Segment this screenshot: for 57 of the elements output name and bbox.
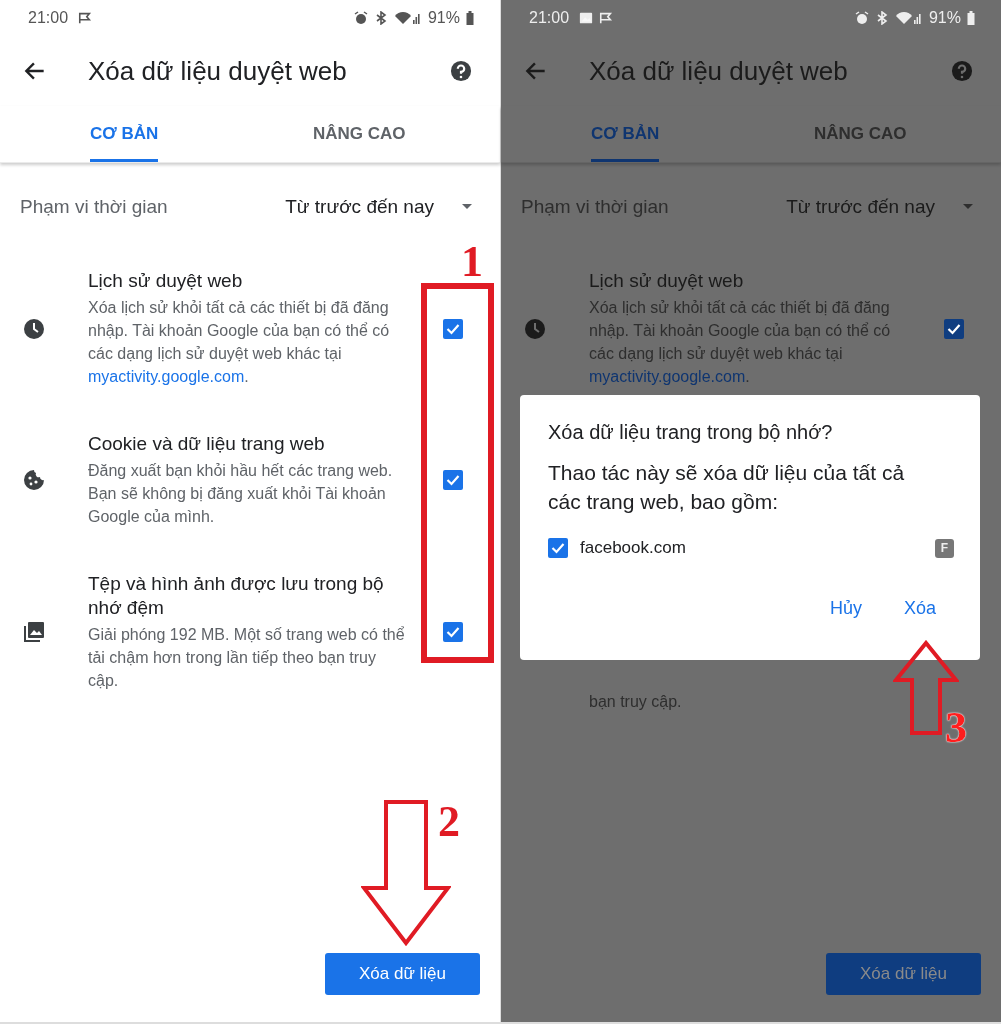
option-title: Tệp và hình ảnh được lưu trong bộ nhớ đệm <box>88 572 385 620</box>
checkbox[interactable] <box>548 538 568 558</box>
dialog-message: Thao tác này sẽ xóa dữ liệu của tất cả các trang web, bao gồm: <box>548 460 906 515</box>
option-description: Đăng xuất bạn khỏi hầu hết các trang web. Bạn sẽ không bị đăng xuất khỏi Tài khoản Google của mình. <box>88 461 394 527</box>
caret-icon <box>963 204 973 210</box>
option-title: Cookie và dữ liệu trang web <box>88 432 326 456</box>
option-description: Xóa lịch sử khỏi tất cả các thiết bị đã đăng nhập. Tài khoản Google của bạn có thể có các dạng lịch sử duyệt web khác tại myactivity.google.com. <box>589 298 892 387</box>
delete-button[interactable]: Xóa <box>895 594 944 623</box>
option-description: bạn truy cập. <box>588 692 683 712</box>
cancel-button[interactable]: Hủy <box>821 594 870 623</box>
step-number: 3 <box>945 706 967 750</box>
clock-icon <box>523 316 547 341</box>
battery-icon <box>967 11 975 25</box>
help-icon[interactable] <box>450 60 472 82</box>
time-range-dropdown[interactable]: Từ trước đến nay <box>285 196 472 218</box>
clock-icon <box>22 316 46 341</box>
checkbox[interactable] <box>944 318 964 339</box>
option-title: Lịch sử duyệt web <box>589 269 745 293</box>
tab[interactable]: NÂNG CAO <box>749 106 1001 162</box>
tab[interactable]: CƠ BẢN <box>90 106 159 162</box>
checkbox[interactable] <box>443 318 463 339</box>
status-time: 21:00 <box>28 9 69 27</box>
time-range-dropdown[interactable]: Từ trước đến nay <box>786 196 973 218</box>
option-description: Xóa lịch sử khỏi tất cả các thiết bị đã đăng nhập. Tài khoản Google của bạn có thể có các dạng lịch sử duyệt web khác tại myactivity.google.com. <box>88 298 391 387</box>
site-favicon: F <box>935 538 954 558</box>
tab[interactable]: NÂNG CAO <box>248 106 500 162</box>
page-title: Xóa dữ liệu duyệt web <box>589 55 849 87</box>
battery-icon <box>466 11 474 25</box>
alarm-icon <box>353 11 368 25</box>
status-time: 21:00 <box>529 9 570 27</box>
time-range-label: Phạm vi thời gian <box>20 196 169 218</box>
site-name: facebook.com <box>580 538 686 558</box>
wifi-signal-icon <box>894 11 921 25</box>
caret-icon <box>462 204 472 210</box>
gallery-notification-icon <box>579 11 594 25</box>
activity-link[interactable]: myactivity.google.com <box>88 368 245 385</box>
wifi-signal-icon <box>393 11 420 25</box>
tab[interactable]: CƠ BẢN <box>591 106 660 162</box>
activity-link[interactable]: myactivity.google.com <box>589 368 746 385</box>
checkbox[interactable] <box>443 470 463 490</box>
battery-percent: 91% <box>427 9 460 27</box>
checkbox[interactable] <box>443 622 463 642</box>
flag-notification-icon <box>599 11 614 25</box>
clear-data-button[interactable]: Xóa dữ liệu <box>826 953 981 995</box>
page-title: Xóa dữ liệu duyệt web <box>88 55 348 87</box>
step-number: 1 <box>461 240 483 284</box>
step-number: 2 <box>438 800 460 844</box>
flag-notification-icon <box>78 11 93 25</box>
dialog-title: Xóa dữ liệu trang trong bộ nhớ? <box>548 421 834 444</box>
image-icon <box>22 620 46 644</box>
time-range-label: Phạm vi thời gian <box>521 196 670 218</box>
alarm-icon <box>854 11 869 25</box>
cookie-icon <box>22 468 46 492</box>
option-description: Giải phóng 192 MB. Một số trang web có thể tải chậm hơn trong lần tiếp theo bạn truy cập. <box>88 625 406 691</box>
option-title: Lịch sử duyệt web <box>88 269 244 293</box>
battery-percent: 91% <box>928 9 961 27</box>
clear-data-button[interactable]: Xóa dữ liệu <box>325 953 480 995</box>
